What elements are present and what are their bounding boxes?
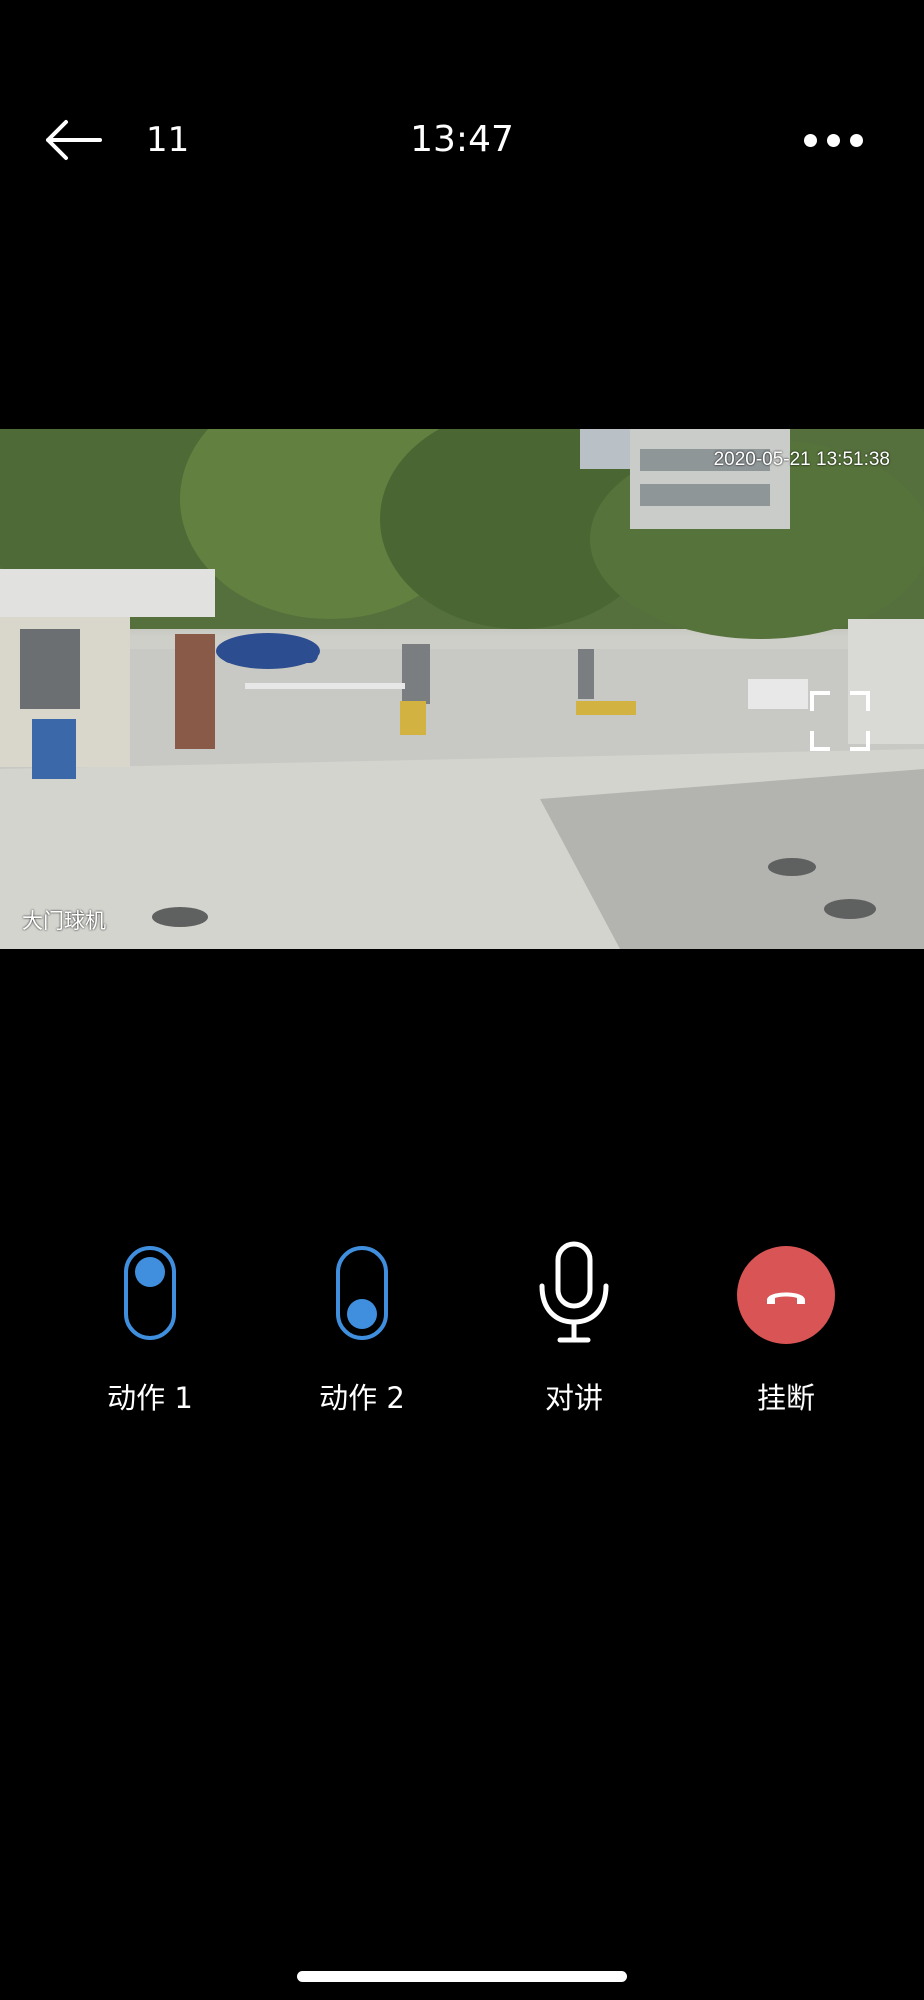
- video-scene: [0, 429, 924, 949]
- toggle-down-icon: [336, 1246, 388, 1340]
- action1-button[interactable]: 动作 1: [50, 1240, 250, 1440]
- more-options-button[interactable]: [796, 126, 872, 156]
- home-indicator[interactable]: [297, 1971, 627, 1982]
- toggle-up-icon: [124, 1246, 176, 1340]
- action2-button[interactable]: 动作 2: [262, 1240, 462, 1440]
- intercom-button[interactable]: 对讲: [474, 1240, 674, 1440]
- current-time: 13:47: [410, 119, 514, 160]
- fullscreen-button[interactable]: [806, 687, 874, 755]
- action2-label: 动作 2: [319, 1381, 405, 1415]
- hangup-button[interactable]: 挂断: [686, 1240, 886, 1440]
- microphone-icon: [539, 1241, 609, 1343]
- call-controls: 动作 1 动作 2 对讲 挂断: [0, 1240, 924, 1440]
- video-timestamp: 2020-05-21 13:51:38: [713, 449, 890, 470]
- intercom-label: 对讲: [544, 1381, 603, 1415]
- fullscreen-icon: [810, 691, 870, 751]
- camera-name-label: 大门球机: [22, 909, 106, 933]
- action1-label: 动作 1: [107, 1381, 193, 1415]
- video-feed[interactable]: 2020-05-21 13:51:38 大门球机: [0, 429, 924, 949]
- phone-hangup-icon: [737, 1246, 835, 1344]
- top-bar: 11 13:47: [0, 90, 924, 190]
- hangup-label: 挂断: [756, 1381, 815, 1415]
